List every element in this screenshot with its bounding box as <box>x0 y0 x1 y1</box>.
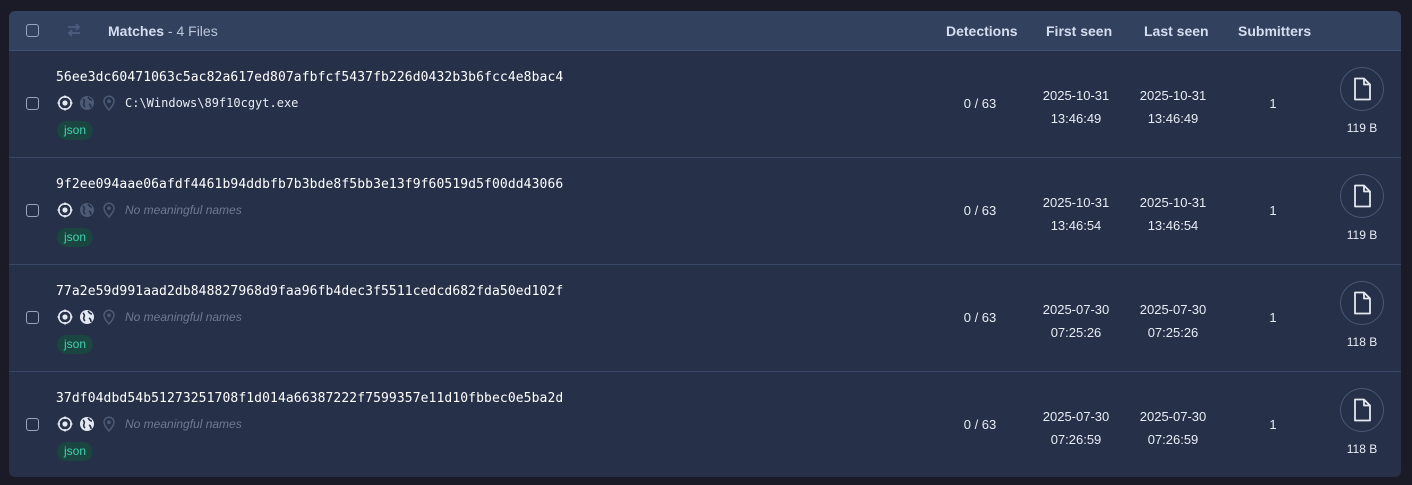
file-size: 119 B <box>1346 121 1378 135</box>
file-size: 118 B <box>1346 442 1378 456</box>
file-hash-link[interactable]: 9f2ee094aae06afdf4461b94ddbfb7b3bde8f5bb… <box>56 177 563 192</box>
file-name: C:\Windows\89f10cgyt.exe <box>125 96 299 110</box>
col-submitters-header[interactable]: Submitters <box>1238 23 1311 39</box>
row-checkbox[interactable] <box>26 204 39 217</box>
file-icon[interactable] <box>1340 174 1384 218</box>
first-seen-value: 2025-10-31 13:46:54 <box>1036 191 1116 237</box>
first-seen-date: 2025-07-30 <box>1042 409 1110 424</box>
file-meta: C:\Windows\89f10cgyt.exe <box>57 95 298 111</box>
last-seen-date: 2025-10-31 <box>1139 195 1207 210</box>
submitters-value: 1 <box>1269 310 1277 325</box>
first-seen-date: 2025-10-31 <box>1042 88 1110 103</box>
file-type-tag[interactable]: json <box>57 228 94 247</box>
table-row[interactable]: 9f2ee094aae06afdf4461b94ddbfb7b3bde8f5bb… <box>9 158 1401 265</box>
file-type-tag[interactable]: json <box>57 442 94 461</box>
col-last-seen-header[interactable]: Last seen <box>1144 23 1209 39</box>
file-type-tag[interactable]: json <box>57 121 94 140</box>
globe-icon <box>80 203 94 217</box>
target-icon <box>57 309 73 325</box>
file-name: No meaningful names <box>125 417 242 431</box>
target-icon <box>57 202 73 218</box>
location-pin-icon <box>103 416 115 432</box>
last-seen-date: 2025-10-31 <box>1139 88 1207 103</box>
last-seen-value: 2025-07-30 07:26:59 <box>1133 405 1213 451</box>
detections-value: 0 / 63 <box>963 96 997 111</box>
col-first-seen-header[interactable]: First seen <box>1046 23 1112 39</box>
location-pin-icon <box>103 309 115 325</box>
first-seen-value: 2025-07-30 07:26:59 <box>1036 405 1116 451</box>
select-all-checkbox[interactable] <box>26 24 39 37</box>
file-icon[interactable] <box>1340 67 1384 111</box>
files-count-label: - 4 Files <box>164 23 218 39</box>
file-size: 119 B <box>1346 228 1378 242</box>
matches-title: Matches - 4 Files <box>108 23 218 39</box>
last-seen-date: 2025-07-30 <box>1139 302 1207 317</box>
first-seen-value: 2025-10-31 13:46:49 <box>1036 84 1116 130</box>
file-hash-link[interactable]: 56ee3dc60471063c5ac82a617ed807afbfcf5437… <box>56 70 563 85</box>
first-seen-value: 2025-07-30 07:25:26 <box>1036 298 1116 344</box>
file-size: 118 B <box>1346 335 1378 349</box>
location-pin-icon <box>103 202 115 218</box>
file-hash-link[interactable]: 37df04dbd54b51273251708f1d014a66387222f7… <box>56 391 563 406</box>
last-seen-time: 13:46:54 <box>1147 218 1199 233</box>
table-row[interactable]: 56ee3dc60471063c5ac82a617ed807afbfcf5437… <box>9 51 1401 158</box>
file-name: No meaningful names <box>125 203 242 217</box>
target-icon <box>57 95 73 111</box>
submitters-value: 1 <box>1269 417 1277 432</box>
swap-arrows-icon[interactable] <box>65 22 83 38</box>
globe-icon <box>80 96 94 110</box>
last-seen-time: 07:25:26 <box>1147 325 1199 340</box>
row-checkbox[interactable] <box>26 418 39 431</box>
first-seen-time: 13:46:54 <box>1050 218 1102 233</box>
col-detections-header[interactable]: Detections <box>946 23 1018 39</box>
file-meta: No meaningful names <box>57 309 242 325</box>
first-seen-date: 2025-07-30 <box>1042 302 1110 317</box>
matches-label: Matches <box>108 23 165 39</box>
table-row[interactable]: 77a2e59d991aad2db848827968d9faa96fb4dec3… <box>9 265 1401 372</box>
last-seen-date: 2025-07-30 <box>1139 409 1207 424</box>
target-icon <box>57 416 73 432</box>
last-seen-value: 2025-07-30 07:25:26 <box>1133 298 1213 344</box>
file-meta: No meaningful names <box>57 202 242 218</box>
first-seen-date: 2025-10-31 <box>1042 195 1110 210</box>
globe-icon <box>80 417 94 431</box>
last-seen-time: 13:46:49 <box>1147 111 1199 126</box>
first-seen-time: 13:46:49 <box>1050 111 1102 126</box>
row-checkbox[interactable] <box>26 97 39 110</box>
detections-value: 0 / 63 <box>963 417 997 432</box>
last-seen-value: 2025-10-31 13:46:49 <box>1133 84 1213 130</box>
submitters-value: 1 <box>1269 96 1277 111</box>
first-seen-time: 07:25:26 <box>1050 325 1102 340</box>
detections-value: 0 / 63 <box>963 310 997 325</box>
file-type-tag[interactable]: json <box>57 335 94 354</box>
file-icon[interactable] <box>1340 388 1384 432</box>
results-list: 56ee3dc60471063c5ac82a617ed807afbfcf5437… <box>9 51 1401 477</box>
file-name: No meaningful names <box>125 310 242 324</box>
last-seen-time: 07:26:59 <box>1147 432 1199 447</box>
table-header: Matches - 4 Files Detections First seen … <box>9 11 1401 51</box>
row-checkbox[interactable] <box>26 311 39 324</box>
results-panel: Matches - 4 Files Detections First seen … <box>9 11 1401 477</box>
last-seen-value: 2025-10-31 13:46:54 <box>1133 191 1213 237</box>
submitters-value: 1 <box>1269 203 1277 218</box>
first-seen-time: 07:26:59 <box>1050 432 1102 447</box>
file-meta: No meaningful names <box>57 416 242 432</box>
table-row[interactable]: 37df04dbd54b51273251708f1d014a66387222f7… <box>9 372 1401 477</box>
file-icon[interactable] <box>1340 281 1384 325</box>
location-pin-icon <box>103 95 115 111</box>
file-hash-link[interactable]: 77a2e59d991aad2db848827968d9faa96fb4dec3… <box>56 284 563 299</box>
detections-value: 0 / 63 <box>963 203 997 218</box>
globe-icon <box>80 310 94 324</box>
